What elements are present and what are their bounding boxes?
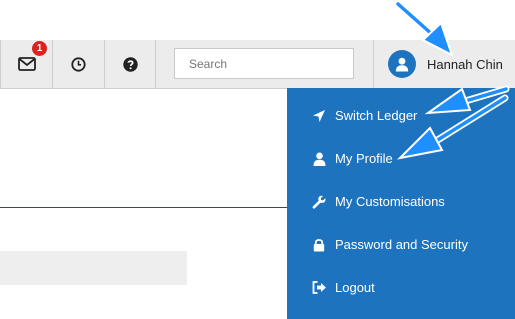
menu-item-label: My Profile bbox=[335, 151, 393, 166]
content-divider bbox=[0, 207, 287, 208]
notification-count-badge: 1 bbox=[32, 41, 47, 56]
notifications-button[interactable]: 1 bbox=[0, 40, 52, 88]
user-avatar-icon bbox=[388, 50, 416, 78]
user-name: Hannah Chin bbox=[427, 56, 503, 72]
content-placeholder-bar bbox=[0, 251, 187, 285]
menu-item-switch-ledger[interactable]: Switch Ledger bbox=[287, 94, 515, 137]
menu-item-my-customisations[interactable]: My Customisations bbox=[287, 180, 515, 223]
search-area bbox=[155, 40, 373, 88]
user-menu-toggle[interactable]: Hannah Chin bbox=[373, 40, 515, 88]
envelope-icon bbox=[17, 57, 36, 71]
menu-item-logout[interactable]: Logout bbox=[287, 266, 515, 309]
user-dropdown-menu: Switch Ledger My Profile My Customisatio… bbox=[287, 88, 515, 319]
menu-item-password-security[interactable]: Password and Security bbox=[287, 223, 515, 266]
question-circle-icon bbox=[123, 56, 138, 72]
menu-item-label: Switch Ledger bbox=[335, 108, 418, 123]
menu-item-my-profile[interactable]: My Profile bbox=[287, 137, 515, 180]
history-button[interactable] bbox=[52, 40, 104, 88]
location-arrow-icon bbox=[311, 108, 327, 124]
sign-out-icon bbox=[311, 280, 327, 296]
menu-item-label: My Customisations bbox=[335, 194, 445, 209]
menu-item-label: Logout bbox=[335, 280, 375, 295]
search-input[interactable] bbox=[174, 48, 354, 79]
top-navigation-bar: 1 Hannah Chin bbox=[0, 40, 515, 89]
help-button[interactable] bbox=[104, 40, 156, 88]
lock-icon bbox=[311, 237, 327, 253]
user-icon bbox=[311, 151, 327, 167]
wrench-icon bbox=[311, 194, 327, 210]
menu-item-label: Password and Security bbox=[335, 237, 468, 252]
clock-icon bbox=[71, 56, 86, 72]
